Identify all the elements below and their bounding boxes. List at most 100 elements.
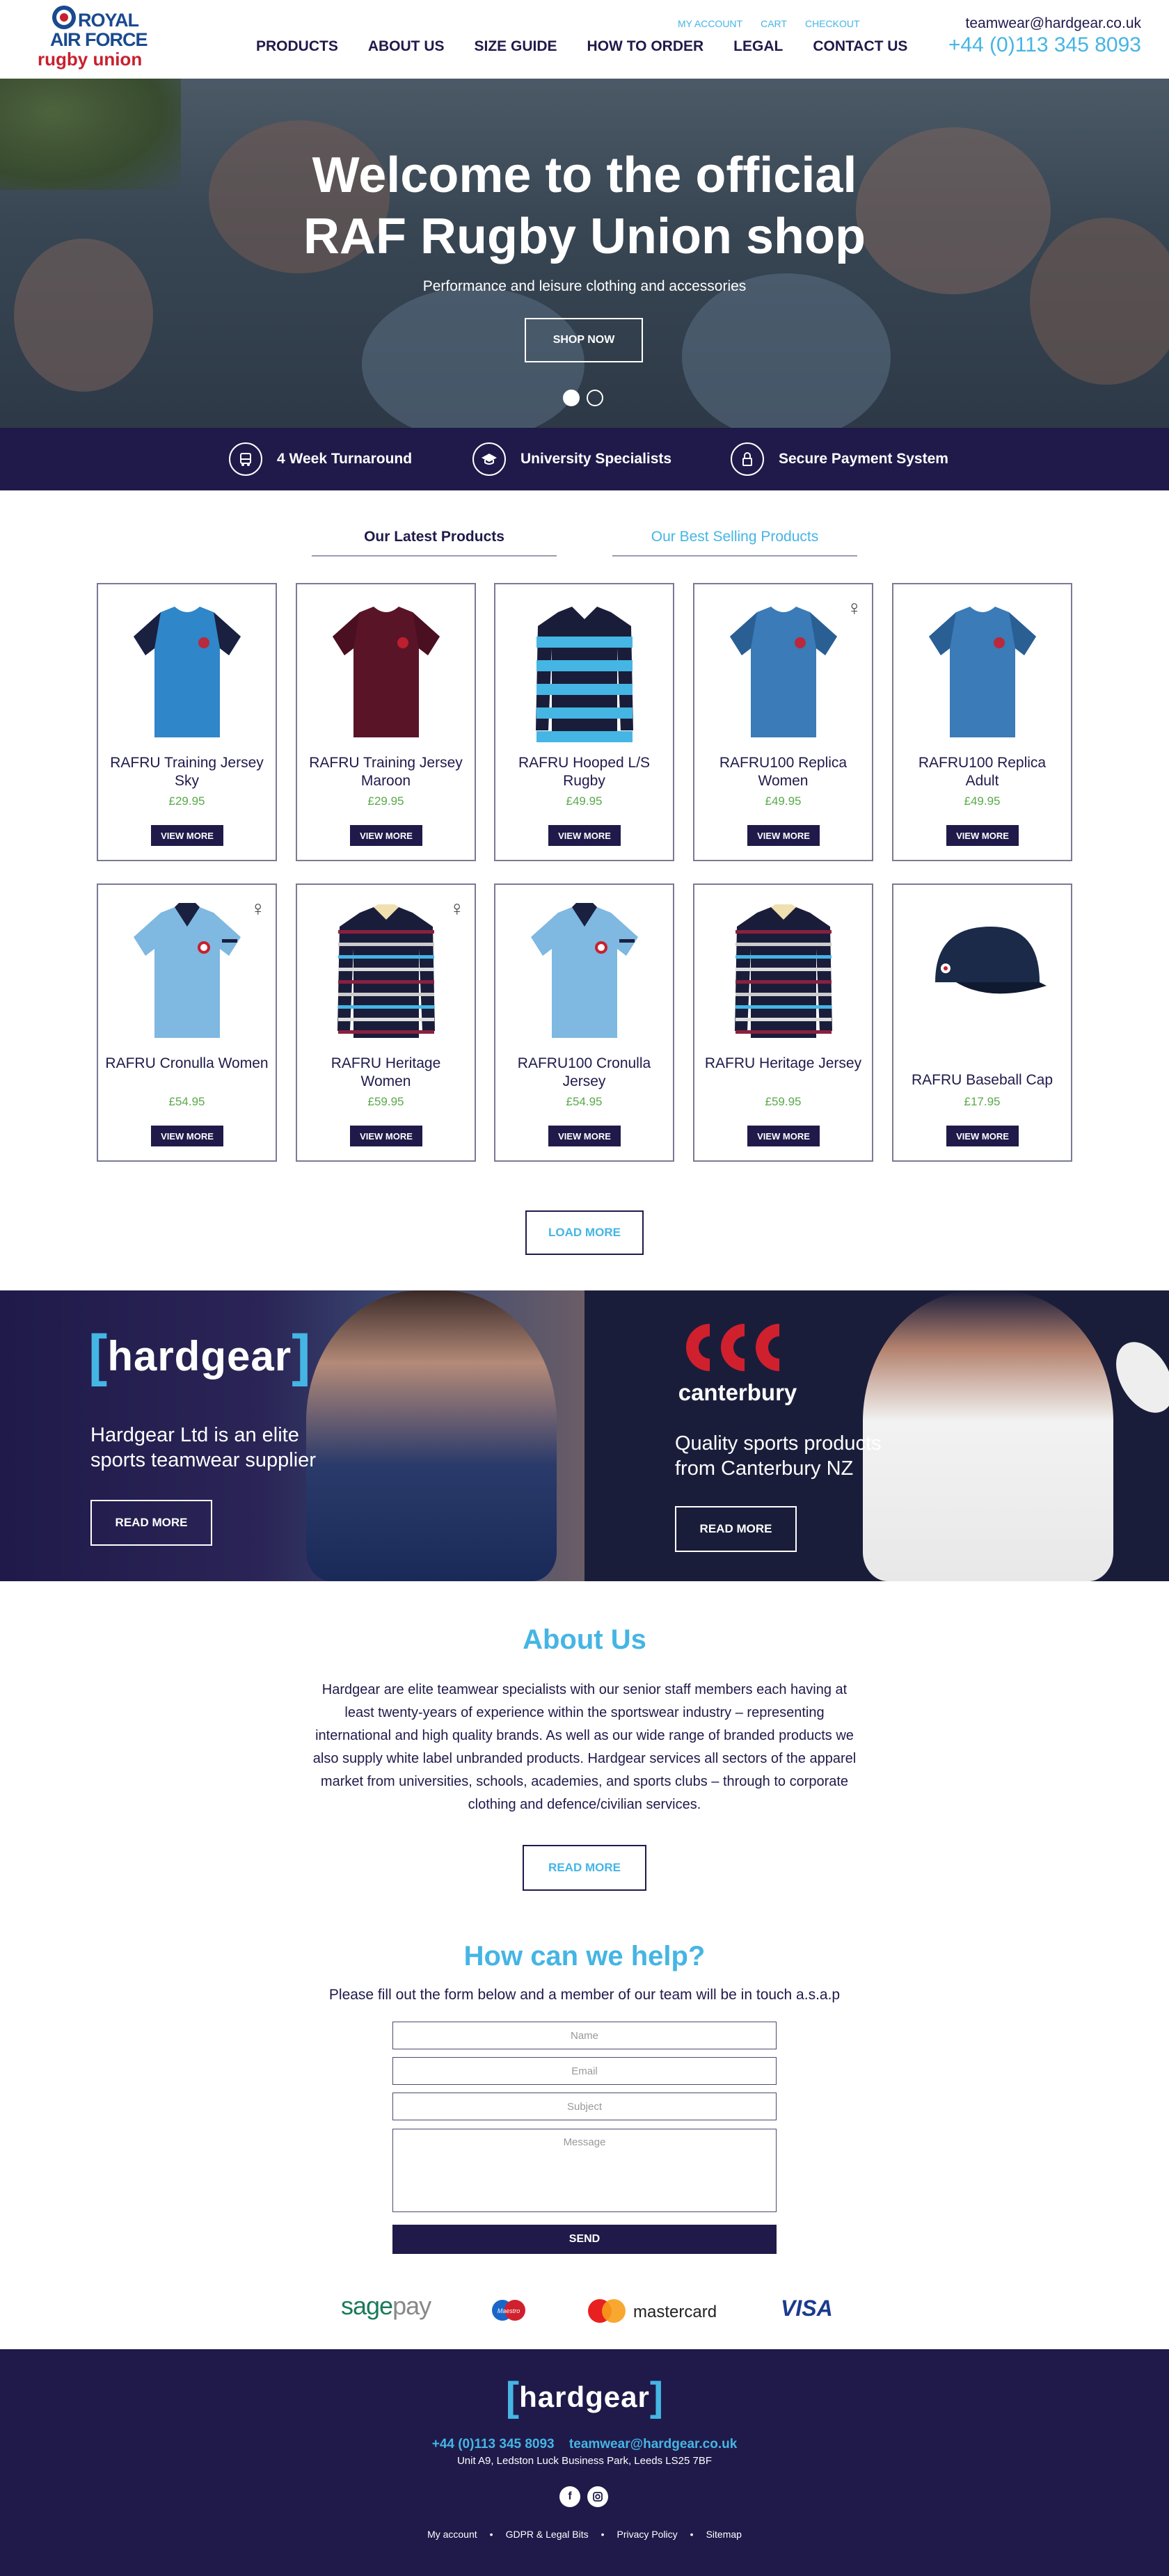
nav-contact-us[interactable]: CONTACT US — [813, 38, 907, 55]
canterbury-banner[interactable]: canterbury Quality sports products from … — [584, 1290, 1169, 1581]
view-more-button[interactable]: VIEW MORE — [747, 825, 820, 846]
canterbury-logo: canterbury — [675, 1317, 800, 1407]
header-email-link[interactable]: teamwear@hardgear.co.uk — [966, 15, 1141, 32]
nav-how-to-order[interactable]: HOW TO ORDER — [587, 38, 704, 55]
product-name[interactable]: RAFRU Training Jersey Maroon — [304, 754, 468, 790]
instagram-icon[interactable] — [587, 2486, 608, 2507]
jersey-image[interactable] — [715, 899, 852, 1045]
product-card[interactable]: ♀ RAFRU100 Replica Women £49.95 VIEW MORE — [693, 583, 873, 861]
footer-phone-link[interactable]: +44 (0)113 345 8093 — [432, 2437, 555, 2451]
product-card[interactable]: RAFRU Hooped L/S Rugby £49.95 VIEW MORE — [494, 583, 674, 861]
product-name[interactable]: RAFRU100 Replica Women — [701, 754, 865, 790]
canterbury-read-more-button[interactable]: READ MORE — [675, 1506, 797, 1552]
product-name[interactable]: RAFRU Cronulla Women — [105, 1055, 269, 1073]
shop-now-button[interactable]: SHOP NOW — [525, 318, 643, 362]
view-more-button[interactable]: VIEW MORE — [350, 825, 422, 846]
subject-field[interactable] — [392, 2093, 777, 2120]
my-account-link[interactable]: MY ACCOUNT — [678, 18, 742, 29]
product-name[interactable]: RAFRU100 Cronulla Jersey — [502, 1055, 666, 1091]
name-field[interactable] — [392, 2022, 777, 2049]
footer-hardgear-logo[interactable]: [ hardgear ] — [0, 2377, 1169, 2417]
payment-logos: sagepay Maestro mastercard VISA — [0, 2289, 1169, 2323]
maestro-icon: Maestro — [492, 2300, 525, 2321]
product-name[interactable]: RAFRU Heritage Jersey — [701, 1055, 865, 1073]
view-more-button[interactable]: VIEW MORE — [548, 1126, 621, 1146]
site-header: ROYAL AIR FORCE rugby union MY ACCOUNT C… — [0, 0, 1169, 79]
visa-logo: VISA — [781, 2296, 833, 2321]
feature-secure-payment: Secure Payment System — [731, 442, 948, 476]
cap-image[interactable] — [914, 899, 1051, 1045]
facebook-icon[interactable]: f — [559, 2486, 580, 2507]
product-card[interactable]: ♀ RAFRU Cronulla Women £54.95 VIEW MORE — [97, 883, 277, 1162]
product-card[interactable]: RAFRU100 Replica Adult £49.95 VIEW MORE — [892, 583, 1072, 861]
hardgear-banner[interactable]: [ hardgear ] Hardgear Ltd is an elite sp… — [0, 1290, 584, 1581]
jersey-image[interactable] — [516, 899, 653, 1045]
product-name[interactable]: RAFRU Baseball Cap — [900, 1071, 1064, 1089]
logo-line-rugby-union: rugby union — [38, 49, 143, 70]
view-more-button[interactable]: VIEW MORE — [747, 1126, 820, 1146]
product-name[interactable]: RAFRU Training Jersey Sky — [105, 754, 269, 790]
footer-links: My account • GDPR & Legal Bits • Privacy… — [0, 2529, 1169, 2540]
nav-products[interactable]: PRODUCTS — [256, 38, 338, 55]
hardgear-read-more-button[interactable]: READ MORE — [90, 1500, 212, 1546]
message-field[interactable] — [392, 2129, 777, 2212]
email-field[interactable] — [392, 2057, 777, 2085]
product-card[interactable]: ♀ RAFRU Heritage Women £59.95 VIEW MORE — [296, 883, 476, 1162]
nav-legal[interactable]: LEGAL — [733, 38, 783, 55]
jersey-image[interactable] — [318, 899, 454, 1045]
view-more-button[interactable]: VIEW MORE — [151, 825, 223, 846]
view-more-button[interactable]: VIEW MORE — [548, 825, 621, 846]
tab-latest-products[interactable]: Our Latest Products — [312, 527, 557, 557]
about-title: About Us — [523, 1624, 646, 1655]
jersey-image[interactable] — [516, 598, 653, 744]
product-card[interactable]: RAFRU Training Jersey Sky £29.95 VIEW MORE — [97, 583, 277, 861]
raf-rugby-union-logo[interactable]: ROYAL AIR FORCE rugby union — [35, 6, 148, 70]
product-name[interactable]: RAFRU100 Replica Adult — [900, 754, 1064, 790]
jersey-image[interactable] — [119, 899, 255, 1045]
female-symbol-icon: ♀ — [449, 897, 466, 920]
view-more-button[interactable]: VIEW MORE — [350, 1126, 422, 1146]
nav-size-guide[interactable]: SIZE GUIDE — [475, 38, 557, 55]
jersey-image[interactable] — [318, 598, 454, 744]
female-symbol-icon: ♀ — [846, 597, 863, 620]
jersey-image[interactable] — [914, 598, 1051, 744]
help-subtitle: Please fill out the form below and a mem… — [328, 1987, 841, 2003]
checkout-link[interactable]: CHECKOUT — [805, 18, 860, 29]
footer-link-gdpr[interactable]: GDPR & Legal Bits — [506, 2529, 589, 2540]
send-button[interactable]: SEND — [392, 2225, 777, 2254]
header-phone-link[interactable]: +44 (0)113 345 8093 — [948, 33, 1141, 57]
view-more-button[interactable]: VIEW MORE — [946, 1126, 1019, 1146]
bracket-right: ] — [292, 1324, 311, 1387]
logo-line-royal: ROYAL — [78, 10, 139, 31]
cart-link[interactable]: CART — [761, 18, 787, 29]
tab-best-selling-products[interactable]: Our Best Selling Products — [612, 527, 857, 557]
sagepay-sage: sage — [341, 2291, 393, 2320]
product-card[interactable]: RAFRU Training Jersey Maroon £29.95 VIEW M… — [296, 583, 476, 861]
footer-link-privacy-policy[interactable]: Privacy Policy — [617, 2529, 678, 2540]
product-card[interactable]: RAFRU100 Cronulla Jersey £54.95 VIEW MORE — [494, 883, 674, 1162]
jersey-image[interactable] — [119, 598, 255, 744]
product-price: £49.95 — [765, 794, 802, 808]
load-more-button[interactable]: LOAD MORE — [525, 1210, 644, 1255]
hero-title: Welcome to the official RAF Rugby Union … — [0, 145, 1169, 267]
nav-about-us[interactable]: ABOUT US — [368, 38, 445, 55]
product-card[interactable]: RAFRU Baseball Cap £17.95 VIEW MORE — [892, 883, 1072, 1162]
bracket-left: [ — [88, 1324, 108, 1387]
product-name[interactable]: RAFRU Hooped L/S Rugby — [502, 754, 666, 790]
footer-link-my-account[interactable]: My account — [427, 2529, 477, 2540]
product-card[interactable]: RAFRU Heritage Jersey £59.95 VIEW MORE — [693, 883, 873, 1162]
about-read-more-button[interactable]: READ MORE — [523, 1845, 646, 1891]
jersey-image[interactable] — [715, 598, 852, 744]
slider-dot[interactable] — [587, 390, 603, 406]
slider-dot-active[interactable] — [563, 390, 580, 406]
footer-link-sitemap[interactable]: Sitemap — [706, 2529, 742, 2540]
view-more-button[interactable]: VIEW MORE — [946, 825, 1019, 846]
sagepay-pay: pay — [392, 2291, 431, 2320]
product-name[interactable]: RAFRU Heritage Women — [304, 1055, 468, 1091]
view-more-button[interactable]: VIEW MORE — [151, 1126, 223, 1146]
footer-brand: hardgear — [519, 2381, 650, 2413]
hardgear-model-photo — [306, 1290, 557, 1581]
separator-dot: • — [489, 2529, 493, 2540]
mastercard-logo: mastercard — [584, 2297, 724, 2325]
footer-email-link[interactable]: teamwear@hardgear.co.uk — [569, 2437, 737, 2451]
